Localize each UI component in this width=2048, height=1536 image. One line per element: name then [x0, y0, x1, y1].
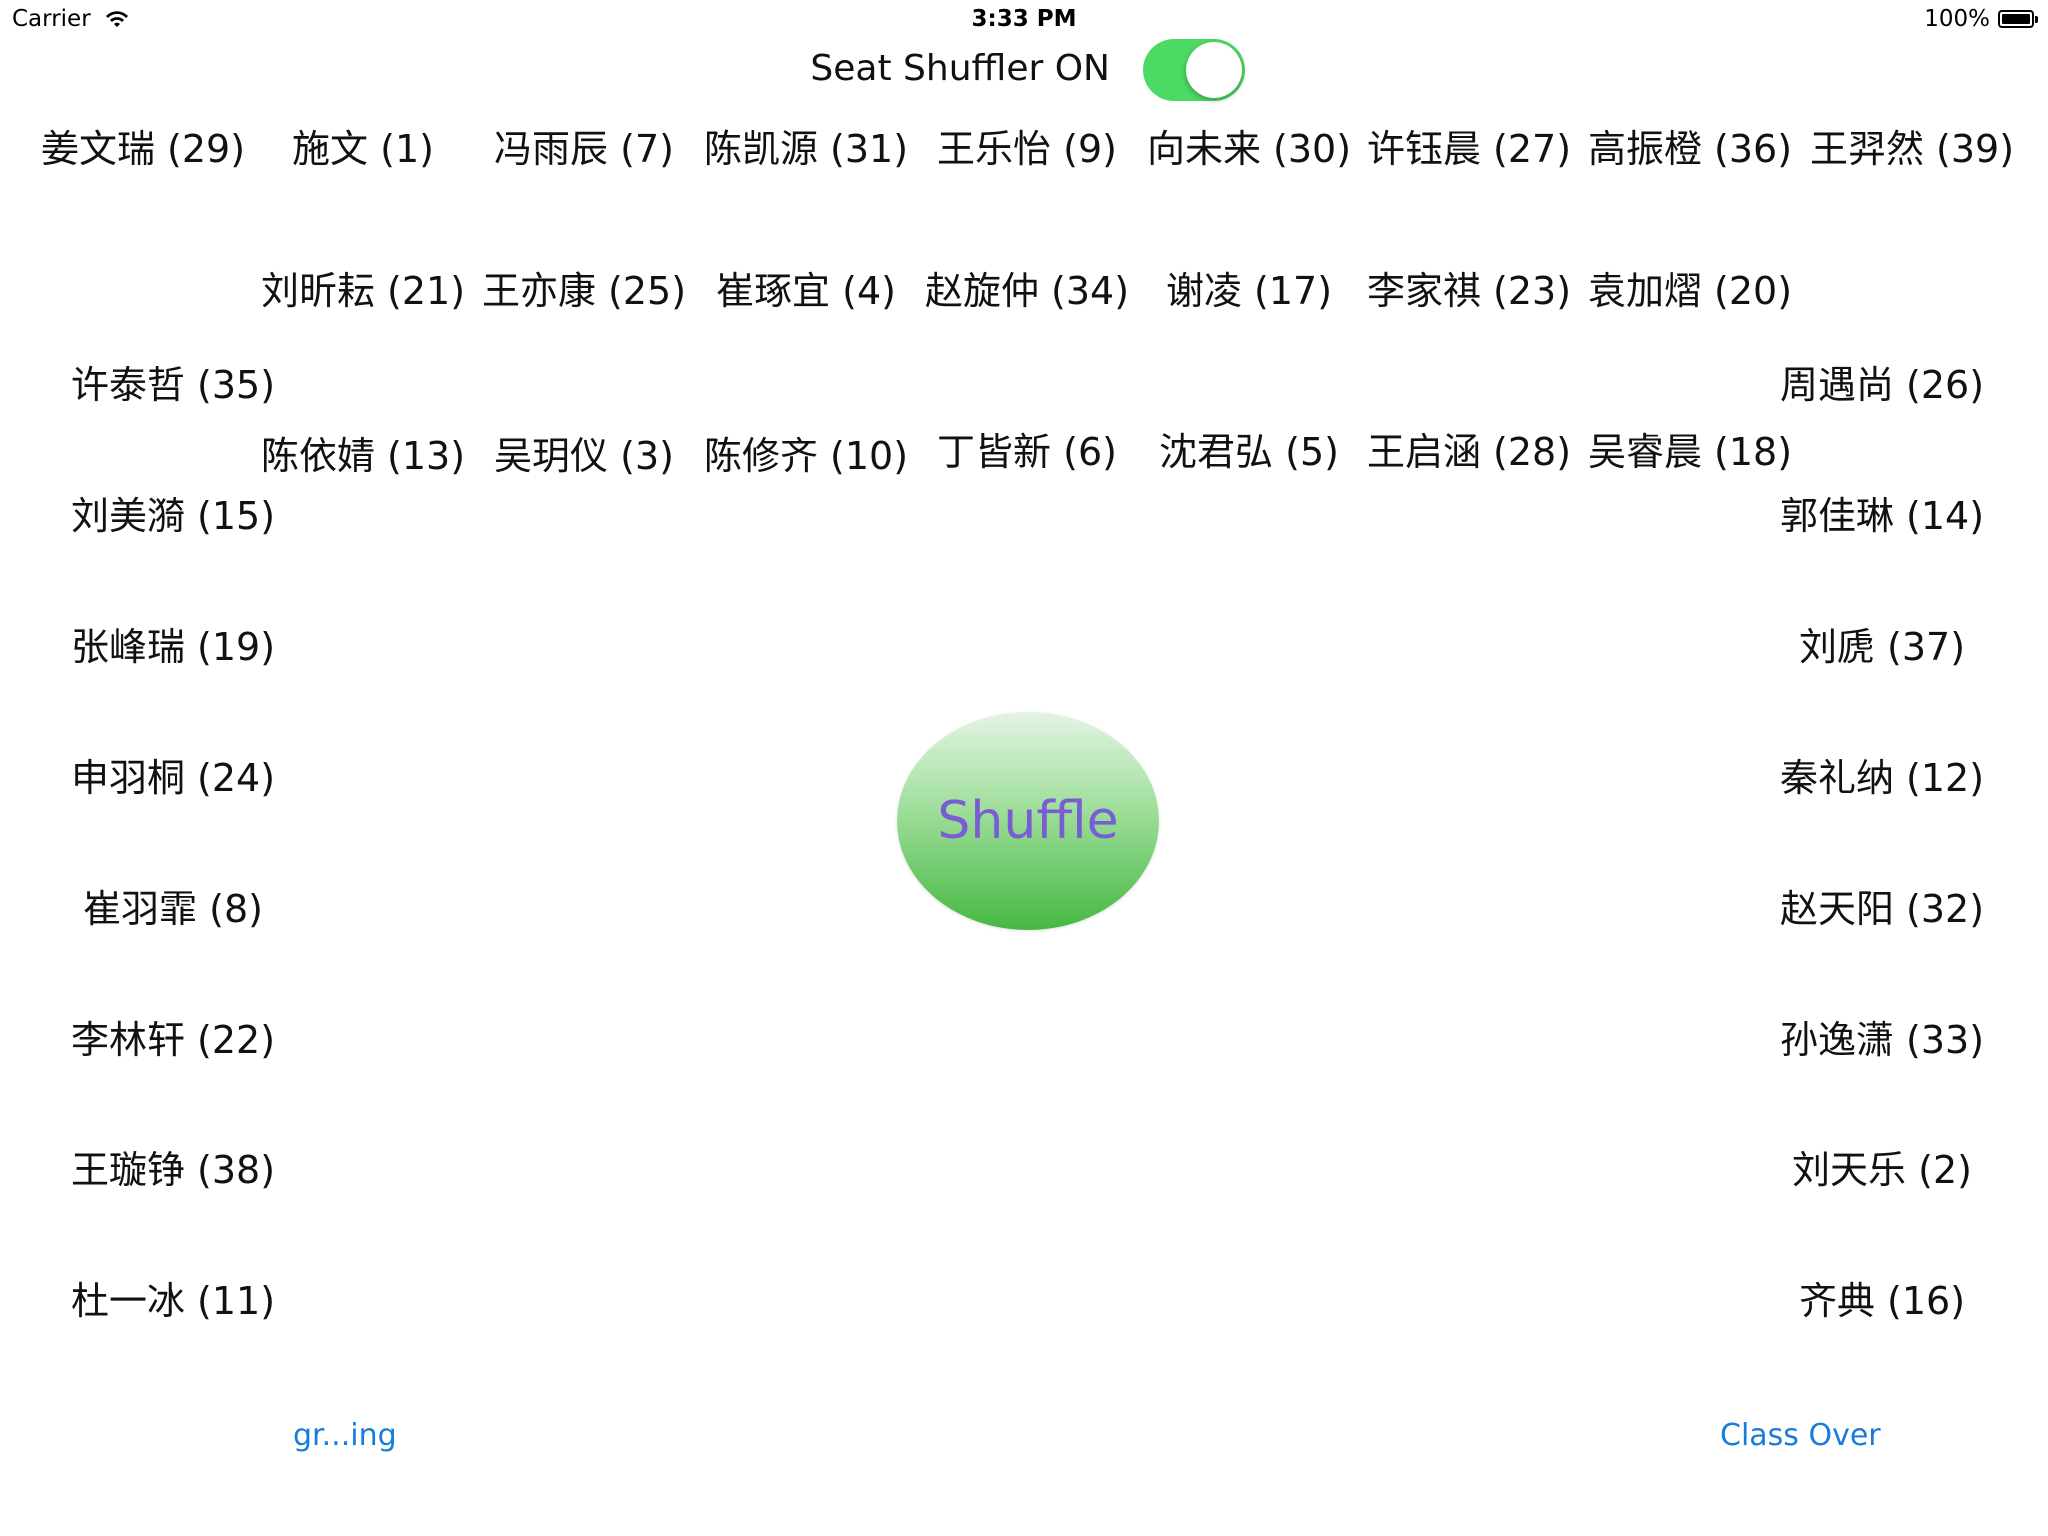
seat-row3-6[interactable]: 王启涵 (28) [1367, 427, 1571, 477]
seat-right-8[interactable]: 齐典 (16) [1799, 1276, 1965, 1326]
grouping-link[interactable]: gr...ing [293, 1418, 397, 1453]
seat-right-6[interactable]: 孙逸潇 (33) [1780, 1015, 1984, 1065]
seat-row2-2[interactable]: 王亦康 (25) [482, 266, 686, 316]
seat-row2-5[interactable]: 谢凌 (17) [1166, 266, 1332, 316]
seat-row2-7[interactable]: 袁加熠 (20) [1588, 266, 1792, 316]
seat-left-3[interactable]: 张峰瑞 (19) [71, 622, 275, 672]
seat-row2-3[interactable]: 崔琢宜 (4) [716, 266, 896, 316]
seat-left-1[interactable]: 许泰哲 (35) [71, 360, 275, 410]
seat-row1-5[interactable]: 王乐怡 (9) [937, 124, 1117, 174]
seat-row2-4[interactable]: 赵旋仲 (34) [925, 266, 1129, 316]
seat-left-4[interactable]: 申羽桐 (24) [71, 753, 275, 803]
seat-row1-2[interactable]: 施文 (1) [292, 124, 434, 174]
seat-left-2[interactable]: 刘美漪 (15) [71, 491, 275, 541]
seat-row1-9[interactable]: 王羿然 (39) [1810, 124, 2014, 174]
seat-right-5[interactable]: 赵天阳 (32) [1780, 884, 1984, 934]
seat-row2-1[interactable]: 刘昕耘 (21) [261, 266, 465, 316]
seat-left-7[interactable]: 王璇铮 (38) [71, 1145, 275, 1195]
seat-right-4[interactable]: 秦礼纳 (12) [1780, 753, 1984, 803]
page-title: Seat Shuffler ON [810, 48, 1110, 89]
status-bar: Carrier 3:33 PM 100% [0, 0, 2048, 40]
seat-row3-2[interactable]: 吴玥仪 (3) [494, 431, 674, 481]
seat-row3-3[interactable]: 陈修齐 (10) [704, 431, 908, 481]
seat-left-6[interactable]: 李林轩 (22) [71, 1015, 275, 1065]
seat-row2-6[interactable]: 李家祺 (23) [1367, 266, 1571, 316]
shuffle-button-label: Shuffle [937, 791, 1119, 851]
seat-row3-7[interactable]: 吴睿晨 (18) [1588, 427, 1792, 477]
status-time: 3:33 PM [971, 6, 1077, 32]
seat-row1-8[interactable]: 高振橙 (36) [1588, 124, 1792, 174]
seat-left-5[interactable]: 崔羽霏 (8) [83, 884, 263, 934]
shuffle-button[interactable]: Shuffle [897, 712, 1159, 930]
seat-row1-6[interactable]: 向未来 (30) [1147, 124, 1351, 174]
class-over-link[interactable]: Class Over [1720, 1418, 1881, 1453]
seat-right-3[interactable]: 刘虒 (37) [1799, 622, 1965, 672]
seat-row3-4[interactable]: 丁皆新 (6) [937, 427, 1117, 477]
battery-icon [1998, 10, 2038, 28]
toggle-knob [1186, 42, 1242, 98]
seat-row3-1[interactable]: 陈依婧 (13) [261, 431, 465, 481]
seat-right-7[interactable]: 刘天乐 (2) [1792, 1145, 1972, 1195]
app-screen: Carrier 3:33 PM 100% Seat Shuffler ON 姜文… [0, 0, 2048, 1536]
seat-row1-1[interactable]: 姜文瑞 (29) [41, 124, 245, 174]
seat-row1-4[interactable]: 陈凯源 (31) [704, 124, 908, 174]
seat-row1-3[interactable]: 冯雨辰 (7) [494, 124, 674, 174]
seat-right-1[interactable]: 周遇尚 (26) [1780, 360, 1984, 410]
seat-left-8[interactable]: 杜一冰 (11) [71, 1276, 275, 1326]
shuffler-toggle[interactable] [1143, 39, 1245, 101]
battery-percent: 100% [1924, 6, 1990, 32]
seat-row1-7[interactable]: 许钰晨 (27) [1367, 124, 1571, 174]
seat-row3-5[interactable]: 沈君弘 (5) [1159, 427, 1339, 477]
seat-right-2[interactable]: 郭佳琳 (14) [1780, 491, 1984, 541]
